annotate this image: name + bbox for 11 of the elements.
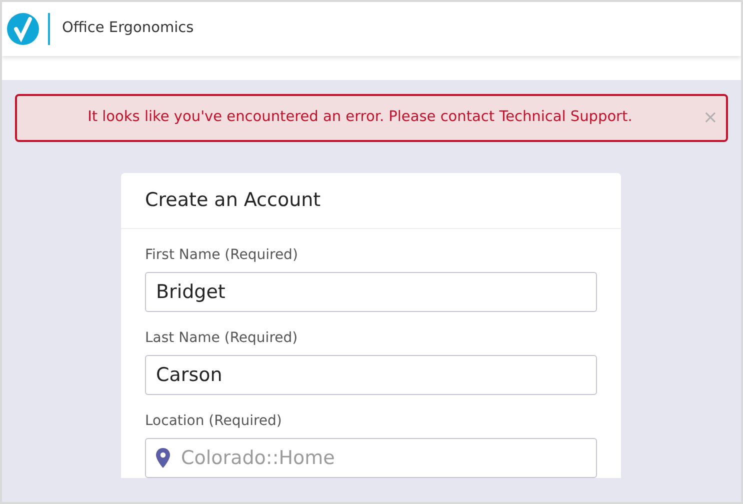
field-label: Location (Required) (145, 412, 283, 430)
app-title: Office Ergonomics (62, 19, 194, 38)
map-pin-icon (156, 448, 170, 468)
error-message: It looks like you've encountered an error. Please contact Technical Support. (86, 108, 634, 128)
field-label: Last Name (Required) (145, 328, 299, 348)
field-label: First Name (Required) (145, 246, 299, 264)
text-field[interactable]: Carson (145, 354, 597, 394)
checkmark-logo-icon (6, 12, 40, 46)
text-field[interactable]: Bridget (145, 272, 597, 312)
location-field[interactable]: Colorado::Home (145, 438, 597, 478)
card-title: Create an Account (121, 173, 621, 228)
